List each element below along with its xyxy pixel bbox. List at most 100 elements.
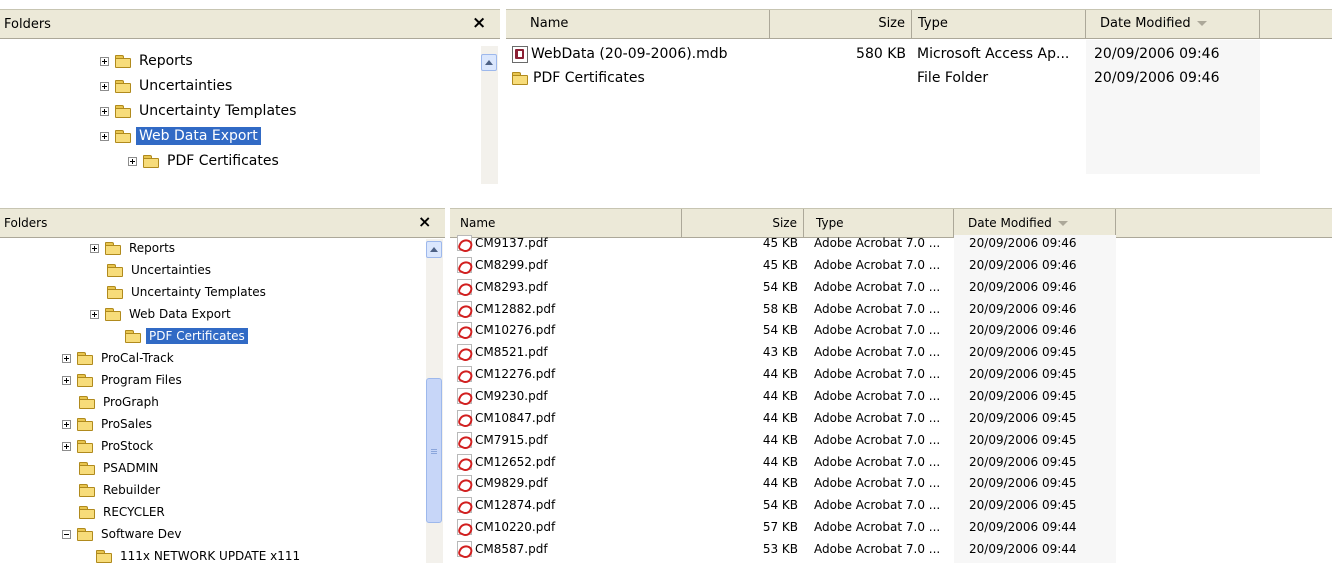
tree-item-uncertainty-templates[interactable]: Uncertainty Templates: [100, 100, 299, 122]
folder-icon: [79, 462, 95, 475]
tree-item-label: PDF Certificates: [167, 153, 279, 169]
tree-item-program-files[interactable]: Program Files: [62, 369, 185, 391]
folders-pane-header: Folders ×: [0, 9, 500, 39]
scroll-thumb[interactable]: [426, 378, 442, 523]
file-row[interactable]: CM9137.pdf: [457, 234, 548, 252]
column-header-size[interactable]: Size: [682, 209, 804, 237]
tree-item-prograph[interactable]: ProGraph: [79, 391, 162, 413]
tree-item-uncertainties[interactable]: Uncertainties: [100, 75, 235, 97]
scroll-up-button[interactable]: [481, 54, 497, 71]
file-row[interactable]: CM10276.pdf: [457, 321, 555, 339]
file-row[interactable]: WebData (20-09-2006).mdb: [512, 44, 728, 64]
file-row[interactable]: CM12882.pdf: [457, 300, 555, 318]
file-name: CM9230.pdf: [475, 388, 548, 403]
expand-icon[interactable]: [100, 81, 109, 91]
file-row[interactable]: CM7915.pdf: [457, 431, 548, 449]
file-date: 20/09/2006 09:46: [969, 236, 1077, 250]
close-folders-pane-button[interactable]: ×: [472, 13, 486, 33]
tree-item-label: ProGraph: [103, 395, 159, 409]
column-header-name[interactable]: Name: [506, 10, 770, 38]
column-header-size[interactable]: Size: [770, 10, 912, 38]
expand-icon[interactable]: [62, 353, 71, 363]
tree-item-reports[interactable]: Reports: [100, 50, 196, 72]
folder-icon: [115, 130, 131, 143]
file-row[interactable]: CM8293.pdf: [457, 278, 548, 296]
pdf-file-icon: [457, 278, 472, 295]
file-list-header: Name Size Type Date Modified: [506, 9, 1332, 39]
folder-icon: [77, 528, 93, 541]
file-row[interactable]: CM8299.pdf: [457, 256, 548, 274]
file-type: Adobe Acrobat 7.0 ...: [814, 345, 941, 360]
tree-item-label: Uncertainties: [139, 78, 233, 94]
file-size: 54 KB: [762, 279, 798, 294]
tree-item-web-data-export[interactable]: Web Data Export: [100, 125, 261, 147]
tree-item-pdf-certificates[interactable]: PDF Certificates: [128, 150, 282, 172]
tree-item-uncertainty-templates[interactable]: Uncertainty Templates: [107, 281, 269, 303]
folder-icon: [143, 155, 159, 168]
tree-item-recycler[interactable]: RECYCLER: [79, 501, 168, 523]
file-type: Adobe Acrobat 7.0 ...: [814, 541, 941, 556]
file-type: Adobe Acrobat 7.0 ...: [814, 301, 941, 316]
file-name: CM9829.pdf: [475, 476, 548, 491]
file-row[interactable]: CM9230.pdf: [457, 387, 548, 405]
pdf-file-icon: [457, 366, 472, 383]
file-name: CM8521.pdf: [475, 345, 548, 360]
file-type: Adobe Acrobat 7.0 ...: [814, 323, 941, 338]
file-type: Adobe Acrobat 7.0 ...: [814, 520, 941, 535]
expand-icon[interactable]: [62, 375, 71, 385]
expand-icon[interactable]: [100, 56, 109, 66]
file-type: Adobe Acrobat 7.0 ...: [814, 498, 941, 513]
file-row[interactable]: CM8521.pdf: [457, 343, 548, 361]
tree-item-111x-network-update-x111[interactable]: 111x NETWORK UPDATE x111: [96, 545, 303, 563]
column-header-name[interactable]: Name: [450, 209, 682, 237]
close-folders-pane-button[interactable]: ×: [418, 212, 431, 231]
file-row[interactable]: CM12652.pdf: [457, 453, 555, 471]
pdf-file-icon: [457, 431, 472, 448]
file-size: 44 KB: [762, 476, 798, 491]
file-name: CM9137.pdf: [475, 236, 548, 250]
expand-icon[interactable]: [128, 156, 137, 166]
scroll-up-button[interactable]: [426, 241, 442, 258]
tree-item-psadmin[interactable]: PSADMIN: [79, 457, 161, 479]
expand-icon[interactable]: [90, 309, 99, 319]
file-row[interactable]: CM8587.pdf: [457, 540, 548, 558]
file-row[interactable]: CM10847.pdf: [457, 409, 555, 427]
tree-item-reports[interactable]: Reports: [90, 237, 178, 259]
tree-item-prosales[interactable]: ProSales: [62, 413, 155, 435]
file-size: 45 KB: [762, 236, 798, 250]
file-row[interactable]: CM9829.pdf: [457, 474, 548, 492]
file-date: 20/09/2006 09:45: [969, 367, 1077, 382]
file-row[interactable]: CM10220.pdf: [457, 518, 555, 536]
expand-icon[interactable]: [90, 243, 99, 253]
file-type: Adobe Acrobat 7.0 ...: [814, 257, 941, 272]
expand-icon[interactable]: [62, 419, 71, 429]
file-name: CM10220.pdf: [475, 520, 556, 535]
collapse-icon[interactable]: [62, 529, 71, 539]
tree-item-pdf-certificates[interactable]: PDF Certificates: [125, 325, 248, 347]
folder-icon: [96, 550, 112, 563]
expand-icon[interactable]: [100, 106, 109, 116]
tree-item-procal-track[interactable]: ProCal-Track: [62, 347, 177, 369]
column-header-date-modified[interactable]: Date Modified: [954, 209, 1116, 237]
expand-icon[interactable]: [62, 441, 71, 451]
tree-item-prostock[interactable]: ProStock: [62, 435, 156, 457]
pdf-file-icon: [457, 344, 472, 361]
file-row[interactable]: PDF Certificates: [512, 68, 645, 88]
tree-item-label: Reports: [129, 241, 176, 255]
file-row[interactable]: CM12874.pdf: [457, 496, 555, 514]
column-header-type[interactable]: Type: [912, 10, 1086, 38]
tree-item-software-dev[interactable]: Software Dev: [62, 523, 184, 545]
column-header-type[interactable]: Type: [804, 209, 954, 237]
tree-item-web-data-export[interactable]: Web Data Export: [90, 303, 234, 325]
expand-icon[interactable]: [100, 131, 109, 141]
folder-icon: [77, 374, 93, 387]
tree-item-label: Program Files: [101, 373, 182, 387]
file-name: CM12276.pdf: [475, 367, 556, 382]
file-date: 20/09/2006 09:46: [969, 257, 1077, 272]
tree-item-rebuilder[interactable]: Rebuilder: [79, 479, 163, 501]
file-size: 54 KB: [762, 498, 798, 513]
file-size: 45 KB: [762, 257, 798, 272]
file-row[interactable]: CM12276.pdf: [457, 365, 555, 383]
column-header-date-modified[interactable]: Date Modified: [1086, 10, 1260, 38]
tree-item-uncertainties[interactable]: Uncertainties: [107, 259, 214, 281]
